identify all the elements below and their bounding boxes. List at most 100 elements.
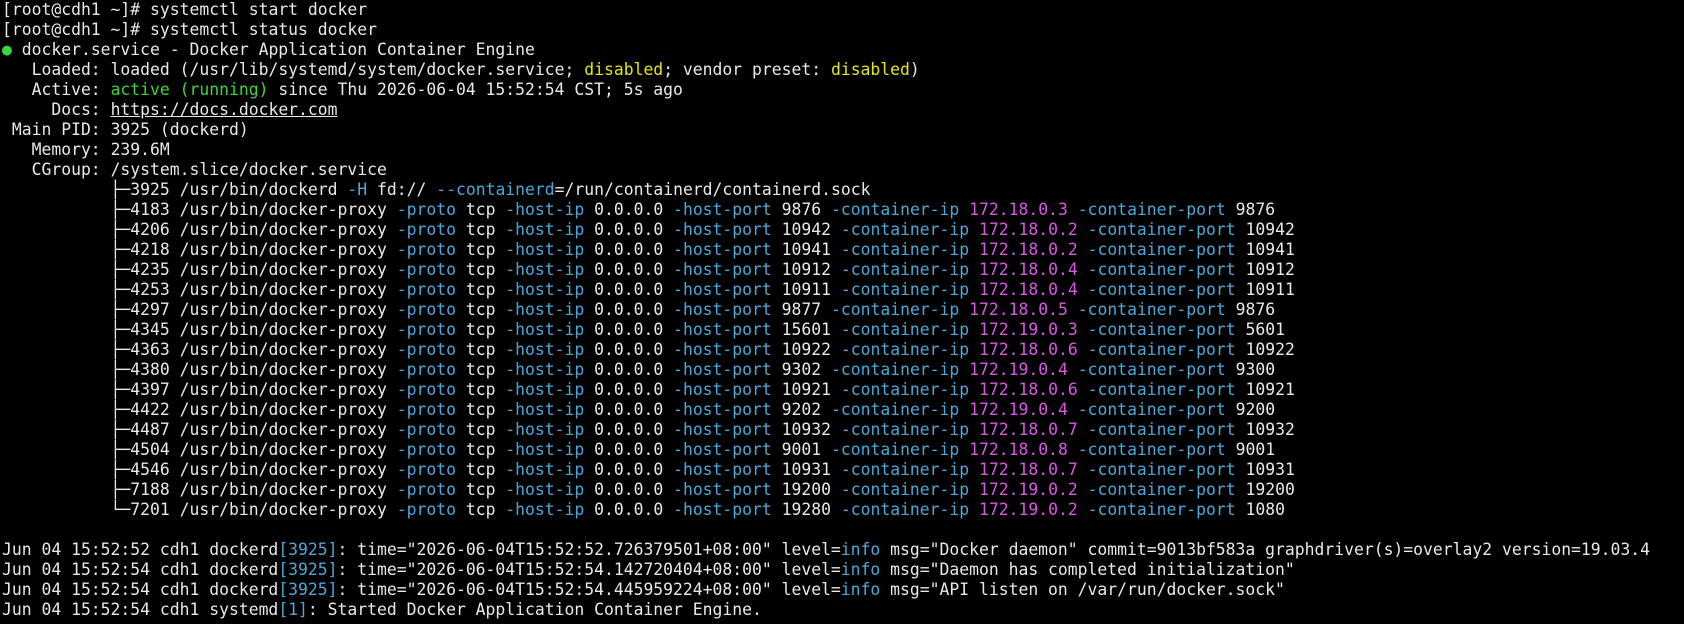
cgroup-process-docker-proxy: ├─4253 /usr/bin/docker-proxy -proto tcp … <box>2 280 1684 300</box>
flag-host-port: -host-port <box>673 360 772 379</box>
flag-host-port: -host-port <box>673 500 772 519</box>
process-pid: 4487 <box>130 420 170 439</box>
flag-container-port: -container-port <box>1087 460 1236 479</box>
log-source: Jun 04 15:52:54 cdh1 systemd <box>2 600 279 619</box>
host-ip-value: 0.0.0.0 <box>584 440 674 459</box>
cgroup-value: /system.slice/docker.service <box>110 160 387 179</box>
terminal-window[interactable]: [root@cdh1 ~]# systemctl start docker [r… <box>0 0 1684 620</box>
tree-branch: ├─ <box>2 320 131 339</box>
proto-value: tcp <box>455 320 506 339</box>
flag-container-ip: -container-ip <box>840 420 970 439</box>
flag-proto: -proto <box>396 420 456 439</box>
container-ip-value: 172.18.0.7 <box>979 420 1078 439</box>
flag-host-ip: -host-ip <box>505 400 585 419</box>
flag-container-ip: -container-ip <box>840 480 970 499</box>
flag-host-port: -host-port <box>673 480 772 499</box>
loaded-disabled-state: disabled <box>584 60 664 79</box>
flag-container-port: -container-port <box>1077 440 1226 459</box>
container-port-value: 9200 <box>1235 400 1276 419</box>
container-port-value: 10911 <box>1245 280 1295 299</box>
process-pid: 4235 <box>130 260 170 279</box>
log-message-rest: msg="Docker daemon" commit=9013bf583a gr… <box>880 540 1651 559</box>
tree-branch: ├─ <box>2 480 131 499</box>
docs-line: Docs: https://docs.docker.com <box>2 100 1684 120</box>
container-ip-value: 172.19.0.2 <box>979 480 1078 499</box>
container-port-value: 19200 <box>1245 480 1295 499</box>
flag-host-port: -host-port <box>673 200 772 219</box>
container-port-value: 9001 <box>1235 440 1276 459</box>
flag-container-port: -container-port <box>1087 280 1236 299</box>
process-command: /usr/bin/docker-proxy <box>169 200 397 219</box>
status-dot-icon: ● <box>2 40 12 59</box>
process-command: /usr/bin/docker-proxy <box>169 360 397 379</box>
process-pid: 4206 <box>130 220 170 239</box>
flag-host-ip: -host-ip <box>505 360 585 379</box>
flag-container-port: -container-port <box>1077 360 1226 379</box>
container-port-value: 10931 <box>1245 460 1295 479</box>
process-command: /usr/bin/docker-proxy <box>169 340 397 359</box>
flag-h-value: fd:// <box>367 180 437 199</box>
proto-value: tcp <box>455 500 506 519</box>
shell-prompt: [root@cdh1 ~]# <box>2 0 151 19</box>
log-source: Jun 04 15:52:52 cdh1 dockerd <box>2 540 279 559</box>
tree-branch: ├─ <box>2 180 131 199</box>
process-command: /usr/bin/docker-proxy <box>169 440 397 459</box>
log-message: : time="2026-06-04T15:52:52.726379501+08… <box>337 540 841 559</box>
flag-host-port: -host-port <box>673 400 772 419</box>
log-message-rest: msg="Daemon has completed initialization… <box>880 560 1295 579</box>
flag-proto: -proto <box>396 340 456 359</box>
cgroup-process-docker-proxy: ├─4206 /usr/bin/docker-proxy -proto tcp … <box>2 220 1684 240</box>
flag-proto: -proto <box>396 360 456 379</box>
flag-container-port: -container-port <box>1087 340 1236 359</box>
flag-proto: -proto <box>396 220 456 239</box>
docker-proxy-list: ├─4183 /usr/bin/docker-proxy -proto tcp … <box>2 200 1684 520</box>
host-port-value: 10942 <box>781 220 831 239</box>
tree-branch: ├─ <box>2 400 131 419</box>
memory-line: Memory: 239.6M <box>2 140 1684 160</box>
flag-container-port: -container-port <box>1087 380 1236 399</box>
process-pid: 4183 <box>130 200 170 219</box>
flag-host-ip: -host-ip <box>505 340 585 359</box>
proto-value: tcp <box>455 440 506 459</box>
log-level: info <box>840 560 881 579</box>
host-port-value: 10912 <box>781 260 831 279</box>
flag-container-ip: -container-ip <box>840 500 970 519</box>
flag-container-port: -container-port <box>1077 200 1226 219</box>
flag-host-port: -host-port <box>673 300 772 319</box>
flag-host-ip: -host-ip <box>505 220 585 239</box>
container-port-value: 9300 <box>1235 360 1276 379</box>
loaded-close: ) <box>909 60 920 79</box>
container-ip-value: 172.18.0.4 <box>979 280 1078 299</box>
host-port-value: 9877 <box>781 300 822 319</box>
flag-host-ip: -host-ip <box>505 200 585 219</box>
flag-container-ip: -container-ip <box>831 300 960 319</box>
container-port-value: 1080 <box>1245 500 1285 519</box>
container-port-value: 10942 <box>1245 220 1295 239</box>
journal-log-line: Jun 04 15:52:54 cdh1 dockerd[3925]: time… <box>2 560 1684 580</box>
flag-host-port: -host-port <box>673 340 772 359</box>
flag-proto: -proto <box>396 260 456 279</box>
host-port-value: 9302 <box>781 360 822 379</box>
flag-container-ip: -container-ip <box>831 200 960 219</box>
container-port-value: 10932 <box>1245 420 1295 439</box>
process-command: /usr/bin/docker-proxy <box>169 420 397 439</box>
container-ip-value: 172.18.0.3 <box>969 200 1068 219</box>
flag-container-ip: -container-ip <box>840 340 970 359</box>
tree-branch: ├─ <box>2 420 131 439</box>
tree-branch: ├─ <box>2 220 131 239</box>
host-port-value: 10941 <box>781 240 831 259</box>
memory-value: 239.6M <box>110 140 170 159</box>
flag-h: -H <box>347 180 368 199</box>
cgroup-process-docker-proxy: ├─4235 /usr/bin/docker-proxy -proto tcp … <box>2 260 1684 280</box>
process-pid: 7188 <box>130 480 170 499</box>
container-port-value: 10922 <box>1245 340 1295 359</box>
flag-host-ip: -host-ip <box>505 240 585 259</box>
memory-label: Memory: <box>2 140 111 159</box>
flag-container-port: -container-port <box>1087 260 1236 279</box>
log-pid: [3925] <box>278 580 338 599</box>
container-ip-value: 172.18.0.6 <box>979 340 1078 359</box>
vendor-preset-state: disabled <box>830 60 910 79</box>
docs-link[interactable]: https://docs.docker.com <box>111 100 338 119</box>
flag-host-port: -host-port <box>673 260 772 279</box>
flag-container-ip: -container-ip <box>840 380 970 399</box>
